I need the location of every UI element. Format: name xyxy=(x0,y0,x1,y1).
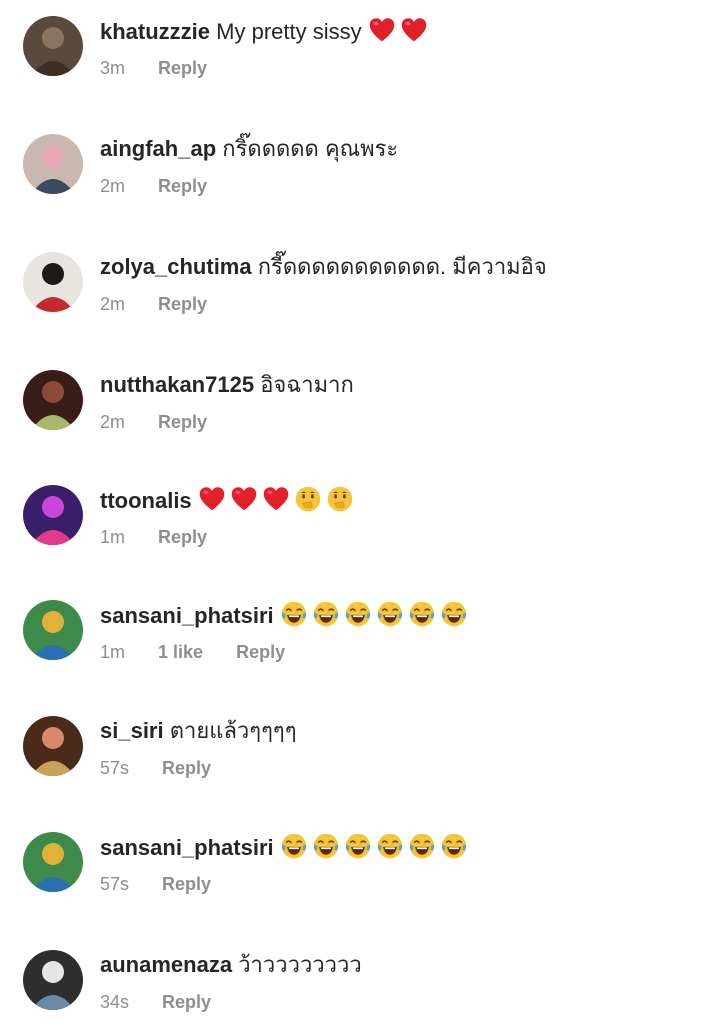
avatar[interactable] xyxy=(23,716,83,776)
avatar-image xyxy=(23,16,83,76)
reply-button[interactable]: Reply xyxy=(236,640,285,664)
comment-item: sansani_phatsiri 57s Reply xyxy=(0,832,706,912)
tears-of-joy-icon xyxy=(344,600,372,628)
avatar-image xyxy=(23,950,83,1010)
tears-of-joy-icon xyxy=(280,832,308,860)
reply-button[interactable]: Reply xyxy=(158,525,207,549)
avatar-image xyxy=(23,600,83,660)
comment-text: ตายแล้วๆๆๆๆ xyxy=(169,718,297,743)
red-heart-icon xyxy=(368,16,396,44)
comment-text: อิจฉามาก xyxy=(260,372,354,397)
reply-button[interactable]: Reply xyxy=(162,990,211,1014)
comment-username[interactable]: khatuzzzie xyxy=(100,19,210,44)
avatar-image xyxy=(23,716,83,776)
avatar-image xyxy=(23,485,83,545)
comment-item: ttoonalis 1m Reply xyxy=(0,485,706,565)
comment-item: si_siri ตายแล้วๆๆๆๆ 57s Reply xyxy=(0,716,706,796)
red-heart-icon xyxy=(198,485,226,513)
tears-of-joy-icon xyxy=(312,832,340,860)
avatar[interactable] xyxy=(23,370,83,430)
comment-time: 57s xyxy=(100,874,130,894)
reply-button[interactable]: Reply xyxy=(162,872,211,896)
avatar-image xyxy=(23,252,83,312)
tears-of-joy-icon xyxy=(376,600,404,628)
avatar-image xyxy=(23,134,83,194)
comment-username[interactable]: nutthakan7125 xyxy=(100,372,254,397)
red-heart-icon xyxy=(400,16,428,44)
comment-item: zolya_chutima กรี๊ดดดดดดดดดดด. มีความอิจ… xyxy=(0,252,706,332)
comment-emojis xyxy=(280,832,472,860)
avatar-image xyxy=(23,370,83,430)
comment-time: 2m xyxy=(100,412,126,432)
comment-username[interactable]: sansani_phatsiri xyxy=(100,835,274,860)
avatar[interactable] xyxy=(23,832,83,892)
reply-button[interactable]: Reply xyxy=(158,292,207,316)
red-heart-icon xyxy=(262,485,290,513)
reply-button[interactable]: Reply xyxy=(162,756,211,780)
comment-emojis xyxy=(280,600,472,628)
comment-item: nutthakan7125 อิจฉามาก 2m Reply xyxy=(0,370,706,450)
comment-time: 2m xyxy=(100,294,126,314)
shushing-face-icon xyxy=(326,485,354,513)
comment-item: aunamenaza ว้าวววววววว 34s Reply xyxy=(0,950,706,1024)
tears-of-joy-icon xyxy=(280,600,308,628)
tears-of-joy-icon xyxy=(312,600,340,628)
tears-of-joy-icon xyxy=(344,832,372,860)
avatar-image xyxy=(23,832,83,892)
comment-time: 3m xyxy=(100,58,126,78)
reply-button[interactable]: Reply xyxy=(158,410,207,434)
shushing-face-icon xyxy=(294,485,322,513)
comment-text: กรี๊ดดดดดดดดดดด. มีความอิจ xyxy=(257,254,547,279)
comment-username[interactable]: aingfah_ap xyxy=(100,136,216,161)
tears-of-joy-icon xyxy=(440,600,468,628)
tears-of-joy-icon xyxy=(440,832,468,860)
red-heart-icon xyxy=(230,485,258,513)
comment-username[interactable]: ttoonalis xyxy=(100,488,192,513)
comment-time: 1m xyxy=(100,527,126,547)
comment-emojis xyxy=(198,485,358,513)
reply-button[interactable]: Reply xyxy=(158,56,207,80)
comment-username[interactable]: aunamenaza xyxy=(100,952,232,977)
like-count[interactable]: 1 like xyxy=(158,640,203,664)
avatar[interactable] xyxy=(23,485,83,545)
comment-username[interactable]: si_siri xyxy=(100,718,164,743)
comment-item: khatuzzzie My pretty sissy 3m Reply xyxy=(0,16,706,96)
comment-text: ว้าวววววววว xyxy=(238,952,362,977)
comment-emojis xyxy=(368,16,432,44)
comment-time: 57s xyxy=(100,758,130,778)
comment-item: aingfah_ap กริ๊ดดดดด คุณพระ 2m Reply xyxy=(0,134,706,214)
comment-time: 2m xyxy=(100,176,126,196)
avatar[interactable] xyxy=(23,16,83,76)
comment-time: 34s xyxy=(100,992,130,1012)
comment-time: 1m xyxy=(100,642,126,662)
tears-of-joy-icon xyxy=(376,832,404,860)
avatar[interactable] xyxy=(23,600,83,660)
tears-of-joy-icon xyxy=(408,832,436,860)
comment-username[interactable]: zolya_chutima xyxy=(100,254,252,279)
comment-username[interactable]: sansani_phatsiri xyxy=(100,603,274,628)
comment-list: khatuzzzie My pretty sissy 3m Reply aing… xyxy=(0,0,706,1024)
avatar[interactable] xyxy=(23,252,83,312)
avatar[interactable] xyxy=(23,134,83,194)
comment-text: My pretty sissy xyxy=(216,19,362,44)
avatar[interactable] xyxy=(23,950,83,1010)
comment-item: sansani_phatsiri 1m 1 like Reply xyxy=(0,600,706,680)
tears-of-joy-icon xyxy=(408,600,436,628)
comment-text: กริ๊ดดดดด คุณพระ xyxy=(222,136,399,161)
reply-button[interactable]: Reply xyxy=(158,174,207,198)
